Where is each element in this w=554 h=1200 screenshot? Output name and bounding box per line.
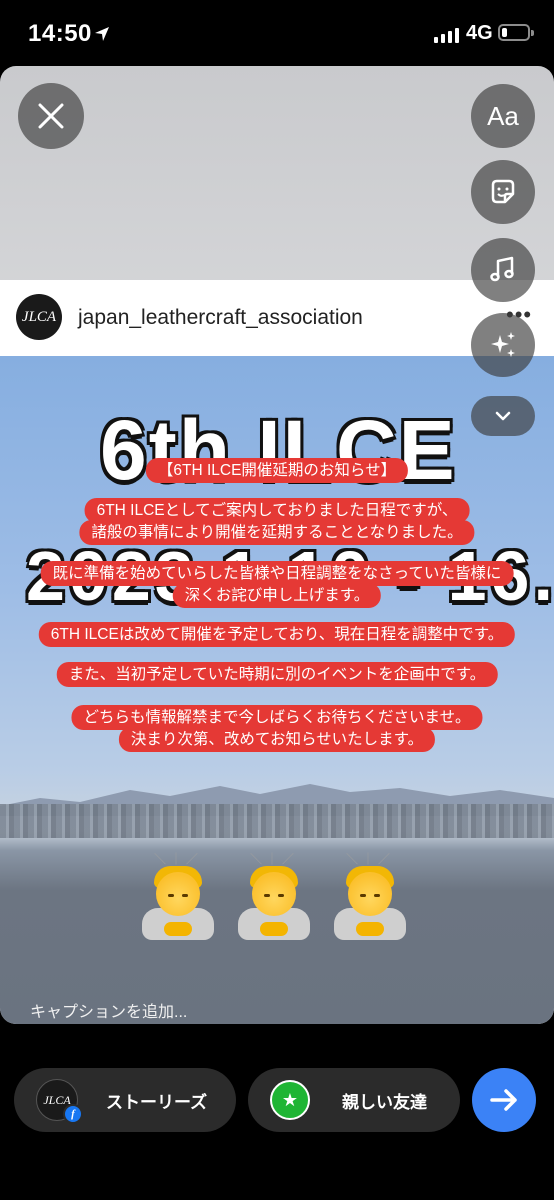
arrow-right-icon xyxy=(490,1089,517,1111)
stories-avatar: JLCA f xyxy=(36,1079,83,1124)
notice-line: 決まり次第、改めてお知らせいたします。 xyxy=(118,727,436,752)
bowing-person-emoji[interactable]: ＼｜／ xyxy=(234,850,314,950)
home-indicator-area xyxy=(0,1176,554,1200)
notice-line: 6TH ILCEは改めて開催を予定しており、現在日程を調整中です。 xyxy=(38,622,516,647)
more-tools-button[interactable] xyxy=(471,396,535,436)
music-button[interactable] xyxy=(471,238,535,302)
close-friends-star-icon: ★ xyxy=(270,1080,310,1120)
share-to-close-friends-button[interactable]: ★ 親しい友達 xyxy=(248,1068,460,1132)
text-tool-icon: Aa xyxy=(487,100,519,131)
notice-line: 深くお詫び申し上げます。 xyxy=(172,583,382,608)
send-button[interactable] xyxy=(472,1068,536,1132)
bowing-person-emoji[interactable]: ＼｜／ xyxy=(138,850,218,950)
poster-title: 6th ILCE xyxy=(100,403,457,497)
sparkles-icon xyxy=(491,332,515,357)
close-friends-label: 親しい友達 xyxy=(342,1092,427,1112)
share-to-stories-button[interactable]: JLCA f ストーリーズ xyxy=(14,1068,236,1132)
notice-line: 【6TH ILCE開催延期のお知らせ】 xyxy=(145,458,409,483)
text-tool-button[interactable]: Aa xyxy=(471,84,535,148)
location-arrow-icon xyxy=(95,27,109,41)
status-bar: 14:50 4G xyxy=(0,0,554,66)
music-note-icon xyxy=(490,256,514,282)
sticker-icon xyxy=(491,179,515,204)
story-canvas[interactable]: JLCA japan_leathercraft_association ••• … xyxy=(0,66,554,1024)
chevron-down-icon xyxy=(495,411,511,421)
close-button[interactable] xyxy=(18,83,84,149)
sticker-button[interactable] xyxy=(471,160,535,224)
account-avatar: JLCA xyxy=(16,294,62,340)
bowing-person-emoji[interactable]: ＼｜／ xyxy=(330,850,410,950)
cityscape xyxy=(0,804,554,838)
cellular-signal-icon xyxy=(434,27,459,43)
post-username: japan_leathercraft_association xyxy=(78,306,363,329)
facebook-icon: f xyxy=(63,1104,83,1124)
battery-icon xyxy=(498,24,534,41)
effects-button[interactable] xyxy=(471,313,535,377)
notice-line: 諸般の事情により開催を延期することとなりました。 xyxy=(79,520,475,545)
close-icon xyxy=(38,103,64,129)
notice-line: また、当初予定していた時期に別のイベントを企画中です。 xyxy=(56,662,498,687)
network-type: 4G xyxy=(466,22,493,44)
add-caption-field[interactable]: キャプションを追加... xyxy=(30,998,187,1022)
status-time: 14:50 xyxy=(28,20,92,47)
stories-label: ストーリーズ xyxy=(106,1092,208,1112)
